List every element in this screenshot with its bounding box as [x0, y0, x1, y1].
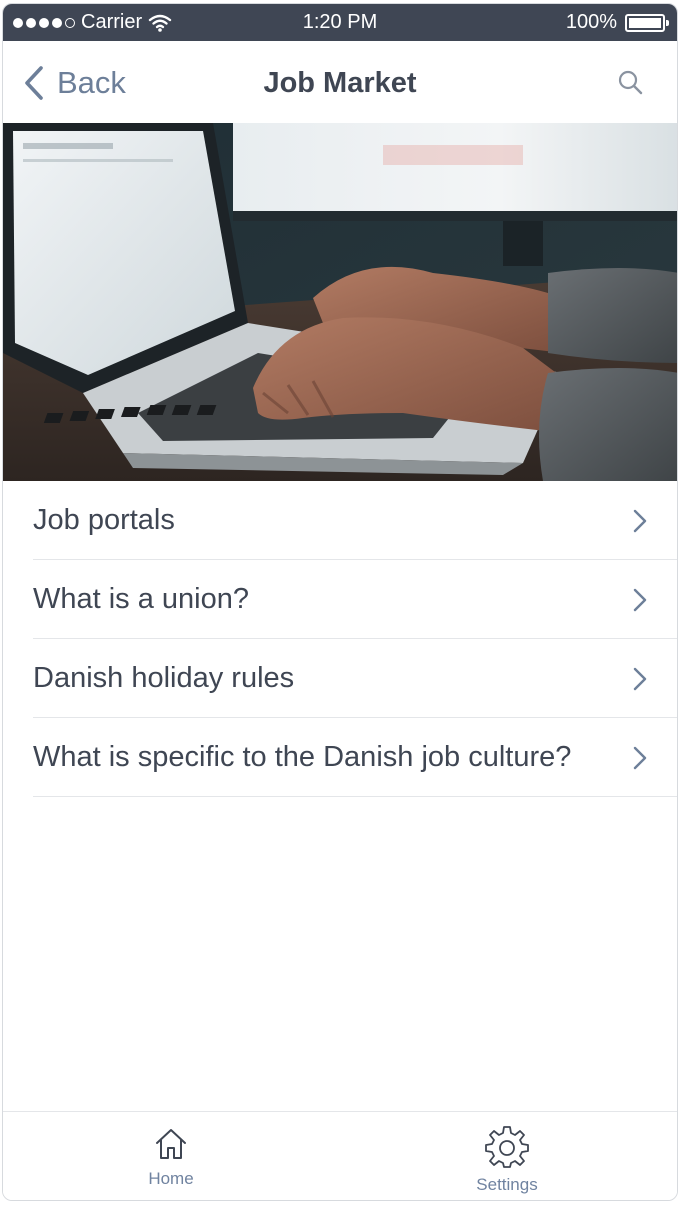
phone-screen: Carrier 1:20 PM 100% Back Job Market Job… [2, 3, 678, 1201]
tab-bar: Home Settings [3, 1111, 677, 1200]
navigation-bar: Back Job Market [3, 41, 677, 123]
home-icon [156, 1129, 186, 1159]
laptop-typing-photo [3, 123, 677, 481]
chevron-right-icon [633, 588, 647, 612]
status-bar: Carrier 1:20 PM 100% [3, 4, 677, 41]
battery-status: 100% [565, 11, 669, 34]
list-item-job-portals[interactable]: Job portals [33, 481, 677, 560]
tab-home[interactable]: Home [111, 1126, 231, 1189]
tab-settings[interactable]: Settings [447, 1124, 567, 1195]
gear-icon [485, 1126, 529, 1168]
page-title: Job Market [263, 67, 417, 99]
topic-list: Job portals What is a union? Danish holi… [3, 481, 677, 797]
chevron-right-icon [633, 509, 647, 533]
list-item-label: What is specific to the Danish job cultu… [33, 740, 572, 773]
list-item-label: Job portals [33, 503, 175, 536]
hero-image [3, 123, 677, 481]
list-item-holiday-rules[interactable]: Danish holiday rules [33, 639, 677, 718]
search-icon[interactable] [617, 69, 645, 97]
battery-level-fill [629, 17, 661, 28]
list-item-label: Danish holiday rules [33, 661, 295, 694]
list-item-label: What is a union? [33, 582, 250, 615]
chevron-right-icon [633, 667, 647, 691]
list-item-union[interactable]: What is a union? [33, 560, 677, 639]
tab-home-label: Home [148, 1169, 194, 1188]
tab-settings-label: Settings [476, 1175, 538, 1194]
chevron-right-icon [633, 746, 647, 770]
battery-percent: 100% [565, 11, 617, 33]
battery-icon [625, 13, 669, 32]
list-item-job-culture[interactable]: What is specific to the Danish job cultu… [33, 718, 677, 797]
